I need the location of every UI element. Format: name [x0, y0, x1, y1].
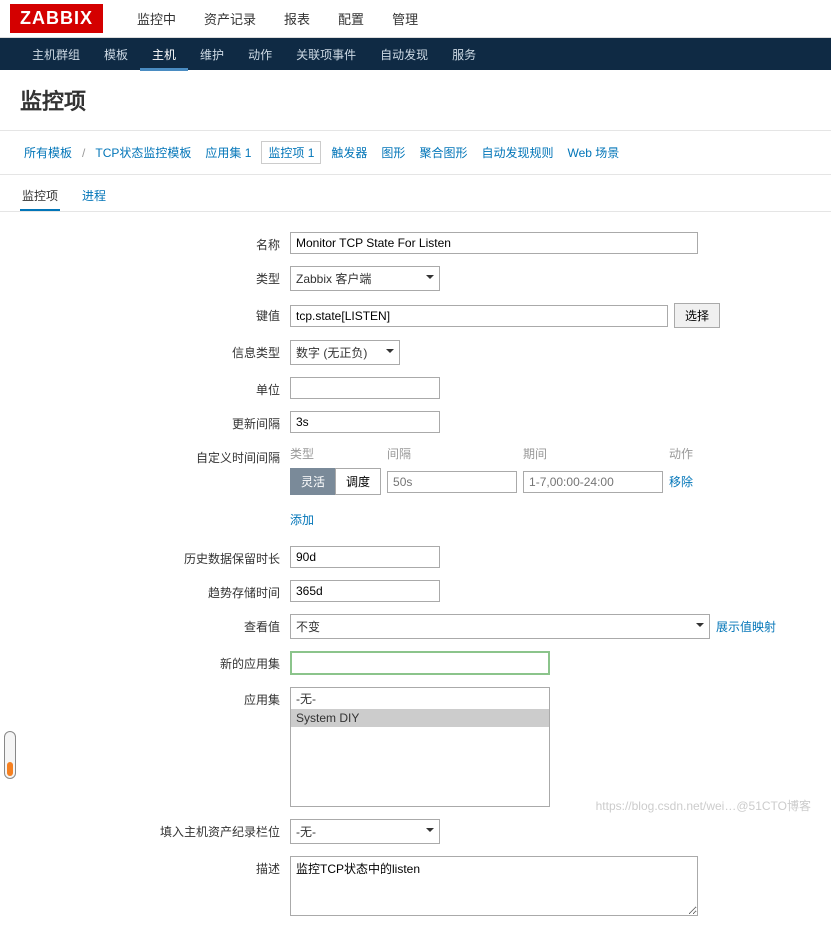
sub-nav: 主机群组 模板 主机 维护 动作 关联项事件 自动发现 服务 [0, 38, 831, 70]
item-form: 名称 类型 Zabbix 客户端 键值 选择 信息类型 数字 (无正负) [0, 212, 831, 948]
input-new-application[interactable] [290, 651, 550, 675]
label-custom-intervals: 自定义时间间隔 [20, 445, 290, 466]
label-info-type: 信息类型 [20, 340, 290, 361]
listbox-applications[interactable]: -无- System DIY [290, 687, 550, 807]
scroll-indicator [4, 731, 16, 779]
label-units: 单位 [20, 377, 290, 398]
bc-all-templates[interactable]: 所有模板 [20, 142, 76, 163]
select-inventory-link[interactable]: -无- [290, 819, 440, 844]
subtab-item[interactable]: 监控项 [20, 181, 60, 211]
select-show-value-value: 不变 [296, 618, 320, 635]
select-show-value[interactable]: 不变 [290, 614, 710, 639]
chevron-down-icon [386, 345, 394, 360]
bc-screens[interactable]: 聚合图形 [415, 142, 471, 163]
label-trends: 趋势存储时间 [20, 580, 290, 601]
select-type-value: Zabbix 客户端 [296, 270, 371, 287]
seg-flex[interactable]: 灵活 [290, 468, 335, 495]
ih-interval: 间隔 [387, 445, 523, 468]
chevron-down-icon [426, 824, 434, 839]
label-name: 名称 [20, 232, 290, 253]
subnav-services[interactable]: 服务 [440, 38, 488, 71]
select-info-type[interactable]: 数字 (无正负) [290, 340, 400, 365]
interval-type-seg: 灵活 调度 [290, 468, 381, 495]
subnav-templates[interactable]: 模板 [92, 38, 140, 71]
input-name[interactable] [290, 232, 698, 254]
subtabs: 监控项 进程 [0, 175, 831, 212]
seg-sched[interactable]: 调度 [335, 468, 381, 495]
chevron-down-icon [426, 271, 434, 286]
top-nav: 监控中 资产记录 报表 配置 管理 [123, 0, 432, 38]
bc-sep: / [82, 146, 85, 160]
subnav-hosts[interactable]: 主机 [140, 38, 188, 71]
interval-table: 类型 间隔 期间 动作 灵活 调度 [290, 445, 699, 534]
app-option-system[interactable]: System DIY [291, 709, 549, 727]
subtab-process[interactable]: 进程 [80, 181, 108, 211]
ih-action: 动作 [669, 445, 699, 468]
page-title: 监控项 [0, 70, 831, 131]
select-inventory-link-value: -无- [296, 823, 316, 840]
bc-applications[interactable]: 应用集 1 [201, 142, 255, 163]
label-description: 描述 [20, 856, 290, 877]
bc-graphs[interactable]: 图形 [377, 142, 409, 163]
ih-period: 期间 [523, 445, 669, 468]
input-units[interactable] [290, 377, 440, 399]
topnav-administration[interactable]: 管理 [378, 0, 432, 38]
chevron-down-icon [696, 619, 704, 634]
topnav-monitoring[interactable]: 监控中 [123, 0, 190, 38]
input-period[interactable] [523, 471, 663, 493]
input-interval[interactable] [387, 471, 517, 493]
input-trends[interactable] [290, 580, 440, 602]
ih-type: 类型 [290, 445, 387, 468]
subnav-actions[interactable]: 动作 [236, 38, 284, 71]
app-option-none[interactable]: -无- [291, 688, 549, 709]
link-value-mapping[interactable]: 展示值映射 [716, 618, 776, 635]
topnav-inventory[interactable]: 资产记录 [190, 0, 270, 38]
select-type[interactable]: Zabbix 客户端 [290, 266, 440, 291]
topnav-reports[interactable]: 报表 [270, 0, 324, 38]
topnav-configuration[interactable]: 配置 [324, 0, 378, 38]
input-update-interval[interactable] [290, 411, 440, 433]
label-type: 类型 [20, 266, 290, 287]
label-show-value: 查看值 [20, 614, 290, 635]
label-applications: 应用集 [20, 687, 290, 708]
top-header: ZABBIX 监控中 资产记录 报表 配置 管理 [0, 0, 831, 38]
breadcrumb: 所有模板 / TCP状态监控模板 应用集 1 监控项 1 触发器 图形 聚合图形… [0, 131, 831, 175]
logo: ZABBIX [10, 4, 103, 33]
subnav-hostgroups[interactable]: 主机群组 [20, 38, 92, 71]
interval-row: 灵活 调度 移除 [290, 468, 699, 501]
input-history[interactable] [290, 546, 440, 568]
label-history: 历史数据保留时长 [20, 546, 290, 567]
link-add-interval[interactable]: 添加 [290, 513, 314, 527]
button-key-select[interactable]: 选择 [674, 303, 720, 328]
bc-web[interactable]: Web 场景 [563, 142, 623, 163]
label-update-interval: 更新间隔 [20, 411, 290, 432]
input-key[interactable] [290, 305, 668, 327]
bc-triggers[interactable]: 触发器 [327, 142, 371, 163]
textarea-description[interactable] [290, 856, 698, 916]
subnav-maintenance[interactable]: 维护 [188, 38, 236, 71]
subnav-discovery[interactable]: 自动发现 [368, 38, 440, 71]
label-inventory-link: 填入主机资产纪录栏位 [20, 819, 290, 840]
bc-discovery[interactable]: 自动发现规则 [477, 142, 557, 163]
bc-template[interactable]: TCP状态监控模板 [91, 142, 195, 163]
label-key: 键值 [20, 303, 290, 324]
label-new-application: 新的应用集 [20, 651, 290, 672]
bc-items[interactable]: 监控项 1 [261, 141, 321, 164]
select-info-type-value: 数字 (无正负) [296, 344, 367, 361]
link-remove-interval[interactable]: 移除 [669, 475, 693, 489]
